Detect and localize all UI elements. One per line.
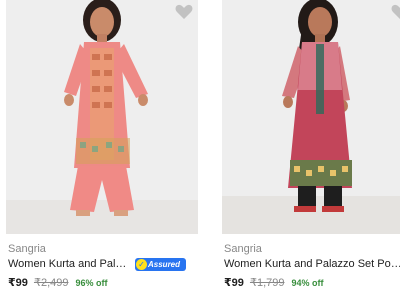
shield-icon: ✓ — [136, 259, 147, 270]
product-brand: Sangria — [224, 243, 262, 255]
price-row: ₹99 ₹1,799 94% off — [224, 276, 324, 289]
product-card[interactable]: Sangria Women Kurta and Palazzo Set Poly… — [222, 0, 400, 294]
selling-price: ₹99 — [8, 277, 28, 289]
selling-price: ₹99 — [224, 277, 244, 289]
product-image[interactable] — [6, 0, 198, 234]
discount-label: 96% off — [75, 278, 108, 288]
product-title[interactable]: Women Kurta and Palazzo Set Polyester — [224, 258, 400, 270]
assured-badge: ✓ Assured — [135, 258, 186, 271]
discount-label: 94% off — [291, 278, 324, 288]
heart-icon[interactable] — [174, 2, 194, 22]
assured-label: Assured — [148, 260, 181, 269]
product-image[interactable] — [222, 0, 400, 234]
heart-icon[interactable] — [390, 2, 400, 22]
product-title[interactable]: Women Kurta and Palazzo Set Polyester — [8, 258, 132, 270]
original-price: ₹2,499 — [33, 277, 69, 289]
price-row: ₹99 ₹2,499 96% off — [8, 276, 108, 289]
product-card[interactable]: Sangria Women Kurta and Palazzo Set Poly… — [6, 0, 198, 294]
product-brand: Sangria — [8, 243, 46, 255]
original-price: ₹1,799 — [249, 277, 285, 289]
